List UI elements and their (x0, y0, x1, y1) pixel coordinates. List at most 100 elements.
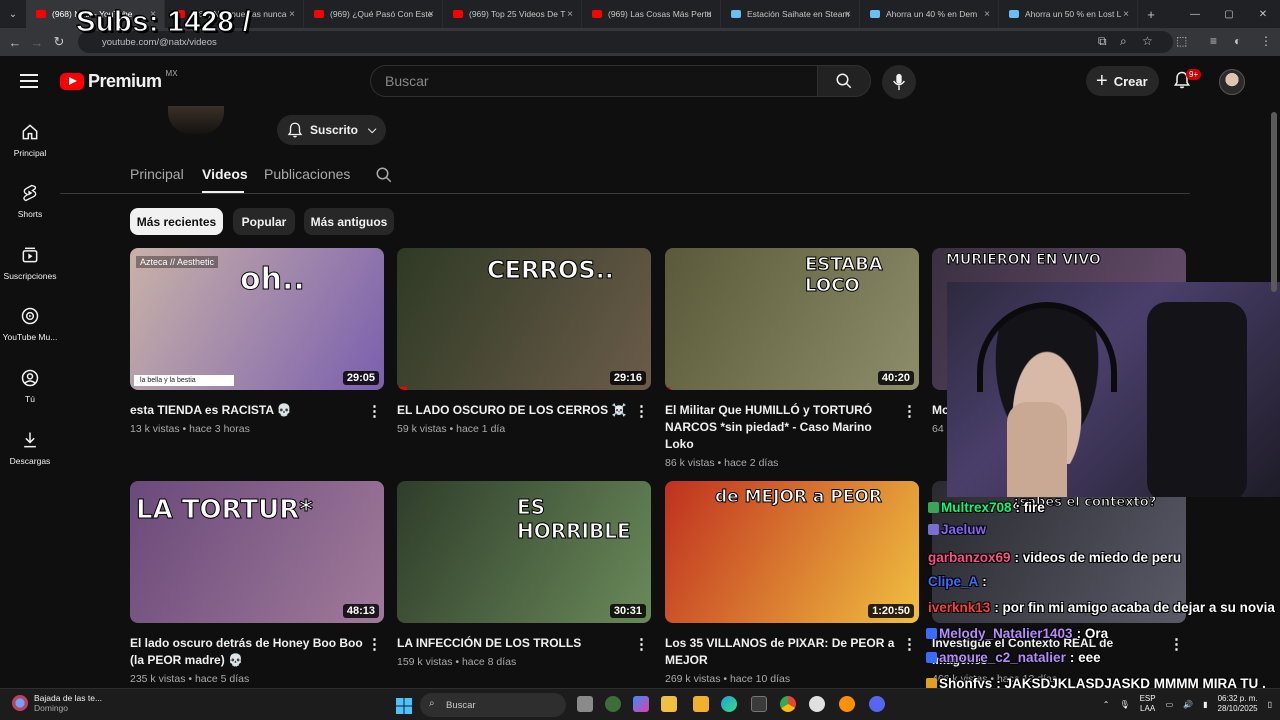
close-tab-icon[interactable]: × (984, 9, 990, 20)
video-title[interactable]: LA INFECCIÓN DE LOS TROLLS (397, 635, 653, 652)
app-icon[interactable] (839, 696, 855, 712)
sidebar-item-descargas[interactable]: Descargas (0, 430, 60, 466)
account-avatar[interactable] (1219, 69, 1245, 95)
tray-mic-icon[interactable]: 🎙 (1119, 700, 1129, 709)
language-indicator[interactable]: ESP LAA (1140, 694, 1156, 714)
windows-start-icon[interactable] (396, 698, 412, 719)
video-card[interactable]: ESTABA LOCO 40:20 El Militar Que HUMILLÓ y… (665, 248, 921, 469)
video-thumbnail[interactable]: CERROS.. 29:16 (397, 248, 651, 390)
tab-principal[interactable]: Principal (130, 166, 184, 182)
video-card[interactable]: LA TORTUR* 48:13 El lado oscuro detrás de … (130, 481, 386, 685)
sidebar-item-suscripciones[interactable]: Suscripciones (0, 245, 60, 281)
minimize-button[interactable]: — (1178, 9, 1212, 20)
video-more-options-icon[interactable]: ⋮ (367, 635, 382, 653)
video-more-options-icon[interactable]: ⋮ (634, 402, 649, 420)
browser-tab[interactable]: Ahorra un 50 % en Lost L × (999, 0, 1138, 28)
browser-tab[interactable]: (969) Top 25 Videos De T × (443, 0, 582, 28)
tray-chevron-icon[interactable]: ⌃ (1103, 700, 1110, 709)
sidebar-item-youtube-music[interactable]: YouTube Mu... (0, 306, 60, 342)
search-button[interactable] (817, 65, 871, 97)
folder-icon[interactable] (693, 696, 709, 712)
chatgpt-icon[interactable] (605, 696, 621, 712)
sidebar-item-label: Descargas (9, 456, 51, 466)
video-thumbnail[interactable]: oh.. Azteca // Aesthetic la bella y la bes… (130, 248, 384, 390)
weather-widget[interactable]: Bajada de las te... Domingo (12, 693, 102, 713)
sidebar-item-shorts[interactable]: Shorts (0, 183, 60, 219)
chip-popular[interactable]: Popular (233, 208, 295, 235)
extensions-icon[interactable]: ⬚ (1176, 34, 1187, 48)
video-more-options-icon[interactable]: ⋮ (367, 402, 382, 420)
notification-center-icon[interactable]: ▯ (1268, 700, 1272, 709)
close-tab-icon[interactable]: × (706, 9, 712, 20)
video-more-options-icon[interactable]: ⋮ (634, 635, 649, 653)
tab-videos[interactable]: Videos (202, 166, 248, 182)
profile-icon[interactable]: ◐ (1234, 34, 1241, 48)
chip-mas-antiguos[interactable]: Más antiguos (304, 208, 394, 235)
battery-icon[interactable]: ▮ (1203, 700, 1207, 709)
volume-icon[interactable]: 🔊 (1183, 700, 1193, 709)
reload-icon[interactable]: ↻ (48, 34, 70, 50)
edge-icon[interactable] (721, 696, 737, 712)
taskbar-search[interactable]: ⌕ Buscar (420, 693, 566, 717)
menu-dots-icon[interactable]: ⋮ (1260, 34, 1272, 48)
hamburger-menu-icon[interactable] (20, 74, 38, 92)
discord-icon[interactable] (869, 696, 885, 712)
excel-icon[interactable] (751, 696, 767, 712)
copilot-icon[interactable] (633, 696, 649, 712)
network-icon[interactable]: ▭ (1166, 700, 1174, 709)
channel-search-icon[interactable] (375, 166, 393, 189)
forward-icon[interactable]: → (26, 35, 48, 50)
obs-icon[interactable] (809, 696, 825, 712)
chrome-icon[interactable] (780, 696, 796, 712)
install-icon[interactable]: ⧉ (1098, 34, 1107, 49)
video-card[interactable]: oh.. Azteca // Aesthetic la bella y la bes… (130, 248, 386, 435)
video-title[interactable]: El lado oscuro detrás de Honey Boo Boo (… (130, 635, 386, 669)
browser-tab[interactable]: Estación Saihate en Steam × (721, 0, 860, 28)
zoom-icon[interactable]: ⌕ (1120, 34, 1127, 49)
sidebar-item-principal[interactable]: Principal (0, 122, 60, 158)
tab-publicaciones[interactable]: Publicaciones (264, 166, 350, 182)
page-scrollbar[interactable] (1270, 106, 1278, 688)
close-tab-icon[interactable]: × (567, 9, 573, 20)
video-card[interactable]: de MEJOR a PEOR 1:20:50 Los 35 VILLANOS de… (665, 481, 921, 685)
bookmark-star-icon[interactable]: ☆ (1142, 34, 1153, 48)
close-tab-icon[interactable]: × (428, 9, 434, 20)
search-input[interactable]: Buscar (370, 65, 817, 97)
video-title[interactable]: Los 35 VILLANOS de PIXAR: De PEOR a MEJO… (665, 635, 921, 669)
voice-search-button[interactable] (882, 65, 916, 99)
back-icon[interactable]: ← (4, 35, 26, 50)
close-window-button[interactable]: ✕ (1246, 9, 1280, 20)
video-title[interactable]: esta TIENDA es RACISTA 💀 (130, 402, 386, 419)
close-tab-icon[interactable]: × (289, 9, 295, 20)
maximize-button[interactable]: ▢ (1212, 9, 1246, 20)
youtube-premium-logo[interactable]: Premium MX (60, 69, 178, 92)
media-icon[interactable]: ≡ (1210, 34, 1217, 48)
video-card[interactable]: CERROS.. 29:16 EL LADO OSCURO DE LOS CERRO… (397, 248, 653, 435)
close-tab-icon[interactable]: × (1123, 9, 1129, 20)
tab-search-icon[interactable]: ⌄ (0, 9, 26, 20)
video-thumbnail[interactable]: ES HORRIBLE 30:31 (397, 481, 651, 623)
video-thumbnail[interactable]: ESTABA LOCO 40:20 (665, 248, 919, 390)
create-button[interactable]: + Crear (1086, 66, 1159, 96)
browser-tab[interactable]: (969) Las Cosas Más Pertu × (582, 0, 721, 28)
chip-mas-recientes[interactable]: Más recientes (130, 208, 223, 235)
file-explorer-icon[interactable] (661, 696, 677, 712)
tab-label: Estación Saihate en Steam (747, 9, 850, 19)
video-more-options-icon[interactable]: ⋮ (902, 635, 917, 653)
video-thumbnail[interactable]: LA TORTUR* 48:13 (130, 481, 384, 623)
video-title[interactable]: EL LADO OSCURO DE LOS CERROS ☠️ (397, 402, 653, 419)
browser-tab[interactable]: (969) ¿Qué Pasó Con Este × (304, 0, 443, 28)
new-tab-button[interactable]: + (1138, 7, 1164, 22)
video-more-options-icon[interactable]: ⋮ (1169, 635, 1184, 653)
scrollbar-thumb[interactable] (1271, 112, 1277, 292)
sidebar-item-tu[interactable]: Tú (0, 368, 60, 404)
clock[interactable]: 06:32 p. m. 28/10/2025 (1218, 694, 1258, 714)
video-thumbnail[interactable]: de MEJOR a PEOR 1:20:50 (665, 481, 919, 623)
subscribed-button[interactable]: Suscrito ⌵ (277, 115, 386, 145)
browser-tab[interactable]: Ahorra un 40 % en Dem × (860, 0, 999, 28)
video-more-options-icon[interactable]: ⋮ (902, 402, 917, 420)
video-title[interactable]: El Militar Que HUMILLÓ y TORTURÓ NARCOS … (665, 402, 921, 453)
close-tab-icon[interactable]: × (845, 9, 851, 20)
video-card[interactable]: ES HORRIBLE 30:31 LA INFECCIÓN DE LOS TROL… (397, 481, 653, 668)
task-view-icon[interactable] (577, 696, 593, 712)
